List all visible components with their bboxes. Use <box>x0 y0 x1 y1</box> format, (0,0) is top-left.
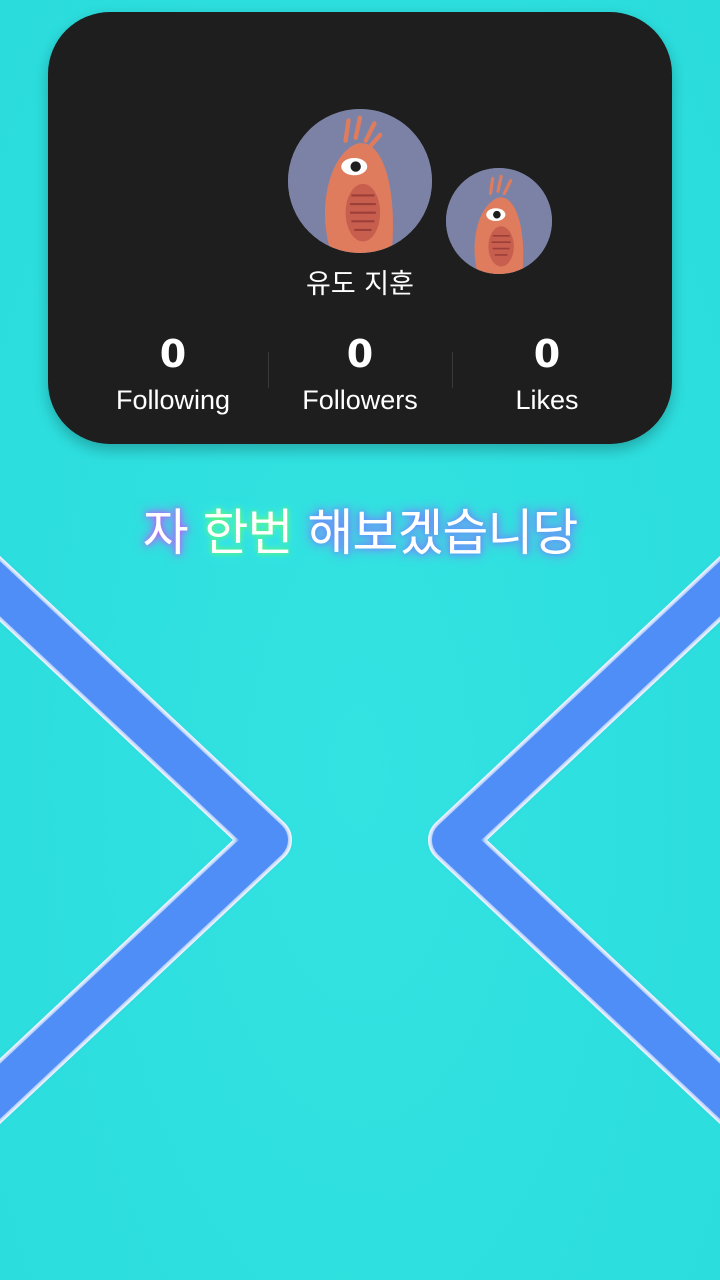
chevron-right-icon <box>0 555 292 1125</box>
following-label: Following <box>115 385 231 415</box>
stat-followers[interactable]: 0 Followers <box>266 330 454 418</box>
caption-part: 자 <box>142 504 203 562</box>
chevron-left-icon <box>428 555 720 1125</box>
likes-count: 0 <box>533 332 561 376</box>
caption-part: 한번 <box>202 504 308 562</box>
shrimp-avatar-icon[interactable] <box>446 168 552 274</box>
caption-text: 자 한번 해보겠습니당 <box>0 498 720 568</box>
stat-following[interactable]: 0 Following <box>79 330 267 418</box>
shrimp-avatar-icon[interactable] <box>288 109 432 253</box>
likes-label: Likes <box>515 385 579 415</box>
followers-label: Followers <box>302 385 418 415</box>
followers-count: 0 <box>346 332 374 376</box>
following-count: 0 <box>159 332 187 376</box>
profile-display-name: 유도 지훈 <box>306 269 414 300</box>
profile-card: 유도 지훈 0 Following 0 Followers 0 Likes <box>48 12 672 444</box>
stat-likes[interactable]: 0 Likes <box>453 330 641 418</box>
video-frame: 유도 지훈 0 Following 0 Followers 0 Likes 자 … <box>0 0 720 1280</box>
caption-part: 해보겠습니당 <box>307 504 578 562</box>
